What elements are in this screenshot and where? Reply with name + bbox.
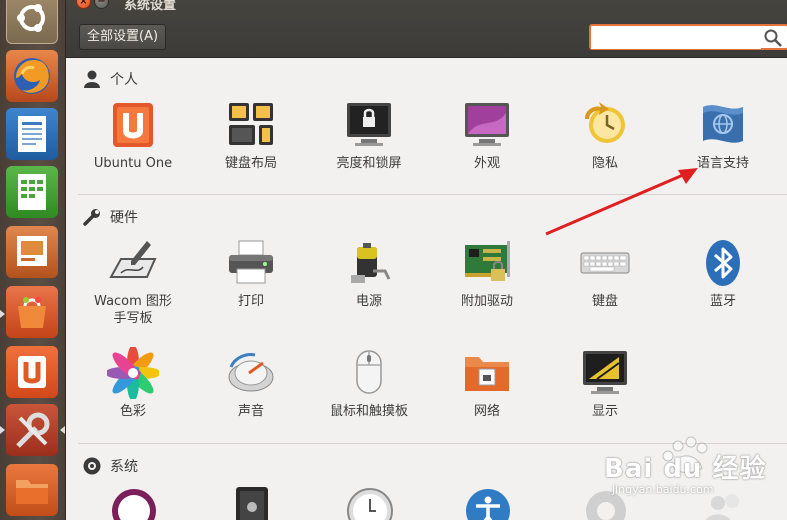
search-input[interactable] (591, 26, 761, 49)
ubuntu-one-launcher-icon (18, 356, 46, 388)
minimize-icon: − (97, 0, 106, 7)
universal-access-icon[interactable] (462, 485, 514, 520)
item-label: 声音 (237, 404, 264, 419)
launcher-impress[interactable] (6, 226, 58, 278)
item-sound[interactable]: 声音 (192, 347, 310, 420)
launcher-writer[interactable] (6, 108, 58, 160)
item-appearance[interactable]: 外观 (428, 99, 546, 172)
brightness-lock-icon (347, 103, 391, 146)
wrench-icon (83, 209, 100, 226)
display-icon (583, 351, 627, 394)
item-label: 键盘布局 (224, 156, 277, 171)
privacy-icon (585, 102, 625, 143)
launcher (0, 0, 66, 520)
close-button[interactable]: × (76, 0, 91, 9)
additional-drivers-icon (465, 241, 510, 281)
item-printer[interactable]: 打印 (192, 237, 310, 310)
item-label: 语言支持 (696, 156, 749, 171)
ubuntu-dash-icon (17, 4, 45, 32)
item-display[interactable]: 显示 (546, 347, 664, 420)
system-gear-icon (83, 457, 101, 475)
item-label: 隐私 (591, 156, 618, 171)
item-label: 亮度和锁屏 (336, 156, 402, 171)
item-color[interactable]: 色彩 (74, 347, 192, 420)
item-power[interactable]: 电源 (310, 237, 428, 310)
search-icon (764, 29, 782, 47)
section-system-header: 系统 (82, 456, 138, 476)
item-label: 打印 (237, 294, 264, 309)
item-wacom-tablet[interactable]: Wacom 图形 手写板 (74, 237, 192, 327)
search-box[interactable] (589, 24, 787, 50)
person-icon (84, 70, 100, 88)
section-system-title: 系统 (110, 459, 138, 475)
security-icon[interactable] (226, 485, 278, 520)
power-icon (351, 243, 391, 283)
section-hardware-title: 硬件 (110, 210, 138, 226)
bluetooth-icon (706, 240, 740, 286)
item-bluetooth[interactable]: 蓝牙 (664, 237, 782, 310)
item-ubuntu-one[interactable]: Ubuntu One (74, 99, 192, 172)
item-label: 网络 (473, 404, 500, 419)
writer-icon (18, 116, 46, 152)
backup-icon[interactable] (108, 485, 160, 520)
item-label: 鼠标和触摸板 (329, 404, 408, 419)
section-hardware-header: 硬件 (82, 207, 138, 227)
item-label: Ubuntu One (93, 156, 173, 171)
firefox-icon (14, 58, 50, 94)
color-icon (107, 347, 159, 399)
window-titlebar: × − 系统设置 全部设置(A) (66, 0, 787, 58)
ubuntu-dash-button[interactable] (6, 0, 58, 44)
item-keyboard[interactable]: 键盘 (546, 237, 664, 310)
time-date-icon[interactable] (344, 485, 396, 520)
item-keyboard-layout[interactable]: 键盘布局 (192, 99, 310, 172)
item-label: 电源 (355, 294, 382, 309)
item-mouse-touchpad[interactable]: 鼠标和触摸板 (310, 347, 428, 420)
launcher-system-settings[interactable] (6, 404, 58, 456)
printer-icon (229, 240, 273, 284)
mouse-touchpad-icon (356, 350, 382, 394)
section-personal-title: 个人 (110, 72, 138, 88)
watermark-text: Bai du 经验 (604, 454, 767, 484)
item-network[interactable]: 网络 (428, 347, 546, 420)
item-privacy[interactable]: 隐私 (546, 99, 664, 172)
watermark-subtext: jingyan.baidu.com (612, 483, 714, 496)
close-icon: × (79, 0, 88, 7)
item-brightness-lock[interactable]: 亮度和锁屏 (310, 99, 428, 172)
item-label: 显示 (591, 404, 618, 419)
system-settings-icon (16, 412, 50, 448)
item-additional-drivers[interactable]: 附加驱动 (428, 237, 546, 310)
launcher-calc[interactable] (6, 166, 58, 218)
ubuntu-one-icon (113, 103, 153, 147)
launcher-files[interactable] (6, 464, 58, 516)
keyboard-icon (580, 252, 630, 274)
all-settings-button[interactable]: 全部设置(A) (79, 24, 167, 50)
launcher-firefox[interactable] (6, 50, 58, 102)
keyboard-layout-icon (229, 103, 273, 145)
item-label: Wacom 图形 手写板 (94, 294, 172, 326)
item-label: 附加驱动 (460, 294, 513, 309)
minimize-button[interactable]: − (94, 0, 109, 9)
sound-icon (228, 353, 274, 392)
language-support-icon (703, 105, 743, 143)
launcher-ubuntu-one[interactable] (6, 346, 58, 398)
section-personal-header: 个人 (82, 69, 138, 89)
item-label: 键盘 (591, 294, 618, 309)
software-center-icon (18, 297, 46, 328)
network-icon (465, 357, 509, 391)
window-title: 系统设置 (124, 0, 177, 13)
calc-icon (18, 174, 46, 210)
files-icon (16, 480, 48, 504)
item-label: 外观 (473, 156, 500, 171)
section-divider (78, 194, 787, 195)
item-label: 色彩 (119, 404, 146, 419)
item-language-support[interactable]: 语言支持 (664, 99, 782, 172)
item-label: 蓝牙 (709, 294, 736, 309)
appearance-icon (465, 103, 509, 146)
wacom-tablet-icon (109, 241, 157, 278)
impress-icon (17, 236, 47, 266)
launcher-software-center[interactable] (6, 286, 58, 338)
